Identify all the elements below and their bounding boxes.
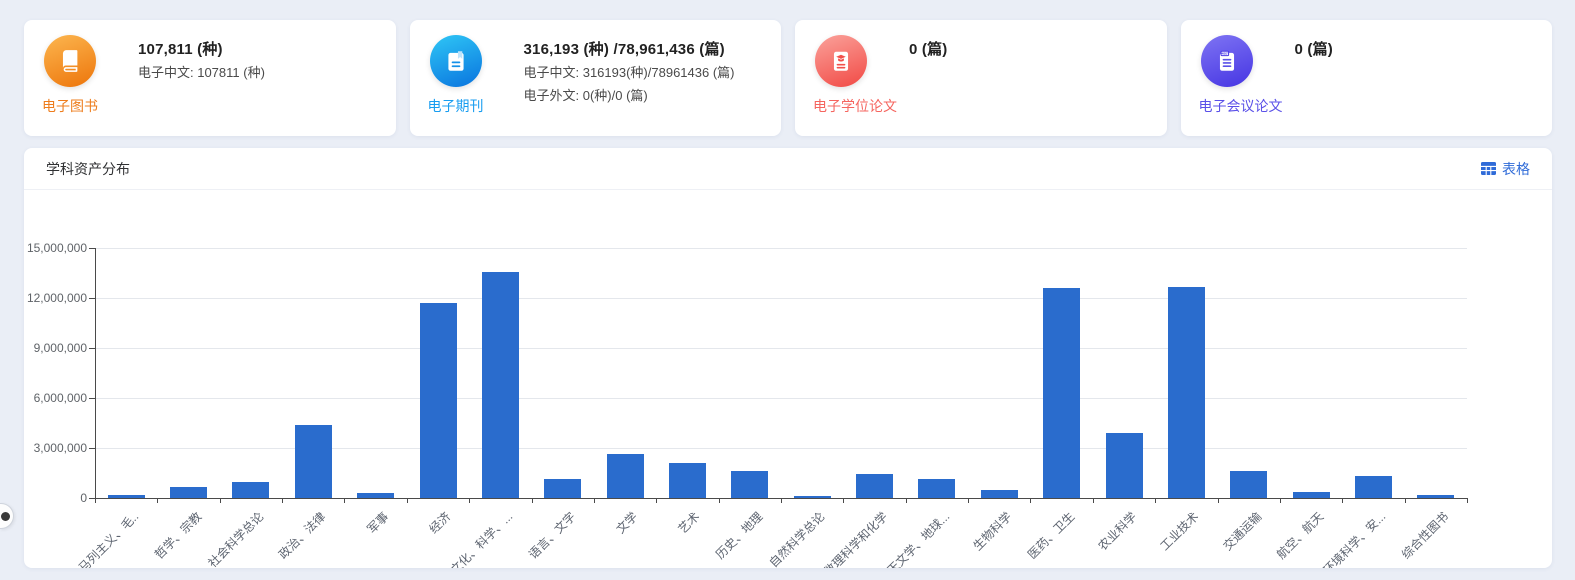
x-axis-tick — [718, 498, 720, 503]
x-axis-tick — [968, 498, 970, 503]
table-view-button[interactable]: 表格 — [1481, 159, 1530, 179]
bar — [1043, 288, 1081, 498]
x-axis-tick — [843, 498, 845, 503]
card-label-ejournal: 电子期刊 — [427, 98, 484, 114]
bar — [419, 303, 457, 498]
x-axis-tick — [531, 498, 533, 503]
y-axis-label: 3,000,000 — [33, 441, 87, 455]
x-axis-tick — [1155, 498, 1157, 503]
edissertation-icon — [815, 35, 867, 87]
panel-header: 学科资产分布 表格 — [24, 148, 1552, 190]
bar — [918, 479, 956, 498]
x-axis-tick — [1342, 498, 1344, 503]
x-axis-tick — [469, 498, 471, 503]
econference-icon: MEET — [1200, 35, 1253, 87]
y-axis-line — [95, 248, 96, 498]
card-ejournal[interactable]: 电子期刊 316,193 (种) /78,961,436 (篇) 电子中文: 3… — [409, 20, 781, 136]
x-axis-tick — [157, 498, 159, 503]
x-axis-tick — [95, 498, 96, 503]
y-axis-label: 6,000,000 — [33, 391, 87, 405]
ejournal-icon — [429, 35, 482, 87]
bar — [1105, 433, 1143, 498]
card-line-ejournal-foreign: 电子外文: 0(种)/0 (篇) — [523, 87, 648, 103]
bar — [980, 490, 1018, 498]
bar — [232, 482, 270, 498]
card-label-edissertation: 电子学位论文 — [813, 98, 897, 114]
subject-assets-panel: 学科资产分布 表格 0 3,000,000 6,000,000 9,000,000 12… — [24, 148, 1552, 568]
x-axis-tick — [344, 498, 346, 503]
x-axis-tick — [1467, 498, 1468, 503]
card-label-econference: 电子会议论文 — [1198, 98, 1283, 114]
x-axis-tick — [282, 498, 284, 503]
bar — [793, 496, 831, 498]
bar — [606, 454, 644, 498]
card-title-econference: 0 (篇) — [1294, 41, 1334, 58]
bar — [544, 479, 582, 498]
bar — [1417, 495, 1455, 498]
x-axis-tick — [219, 498, 221, 503]
y-axis-label: 15,000,000 — [26, 241, 87, 255]
bar — [357, 493, 395, 498]
gridline — [95, 348, 1467, 349]
card-econference[interactable]: MEET 电子会议论文 0 (篇) — [1180, 20, 1552, 136]
x-axis-tick — [593, 498, 595, 503]
gridline — [95, 298, 1467, 299]
chart-body: 0 3,000,000 6,000,000 9,000,000 12,000,000 15… — [24, 190, 1552, 568]
bar — [481, 272, 519, 498]
card-label-ebook: 电子图书 — [42, 98, 98, 114]
x-axis-tick — [1217, 498, 1219, 503]
x-axis-tick — [1279, 498, 1281, 503]
ebook-icon — [44, 35, 96, 87]
edge-drawer-handle[interactable] — [0, 503, 14, 529]
x-axis-tick — [1030, 498, 1032, 503]
bar — [1230, 471, 1268, 498]
x-axis-tick — [656, 498, 658, 503]
card-line-ebook-cn: 电子中文: 107811 (种) — [138, 65, 265, 80]
y-axis-label: 9,000,000 — [33, 341, 87, 355]
bar — [668, 463, 706, 498]
card-title-edissertation: 0 (篇) — [909, 41, 948, 58]
gridline — [95, 248, 1467, 249]
table-icon — [1481, 162, 1496, 175]
bar — [294, 425, 332, 498]
bar — [731, 471, 769, 498]
bar — [856, 474, 894, 498]
bar — [107, 495, 145, 498]
card-ebook[interactable]: 电子图书 107,811 (种) 电子中文: 107811 (种) — [24, 20, 396, 136]
svg-text:MEET: MEET — [1220, 52, 1229, 56]
drawer-handle-icon — [1, 511, 10, 521]
x-axis-tick — [781, 498, 782, 503]
x-axis-tick — [905, 498, 907, 503]
card-title-ebook: 107,811 (种) — [138, 41, 223, 58]
x-axis-label: 马列主义、毛.. — [75, 509, 142, 568]
gridline — [95, 398, 1467, 399]
card-title-ejournal: 316,193 (种) /78,961,436 (篇) — [523, 41, 725, 58]
y-axis-label: 12,000,000 — [26, 291, 87, 305]
panel-title: 学科资产分布 — [46, 160, 130, 177]
bar — [1292, 492, 1330, 498]
bar — [1167, 287, 1205, 498]
x-axis-tick — [1404, 498, 1406, 503]
x-axis-tick — [406, 498, 408, 503]
stat-cards-row: 电子图书 107,811 (种) 电子中文: 107811 (种) 电子期刊 3… — [24, 20, 1552, 136]
bar — [1354, 476, 1392, 498]
card-line-ejournal-cn: 电子中文: 316193(种)/78961436 (篇) — [523, 65, 735, 80]
card-edissertation[interactable]: 电子学位论文 0 (篇) — [795, 20, 1167, 136]
bar — [170, 487, 208, 498]
x-axis-tick — [1092, 498, 1094, 503]
table-button-label: 表格 — [1502, 160, 1530, 177]
y-axis-label: 0 — [80, 491, 87, 505]
